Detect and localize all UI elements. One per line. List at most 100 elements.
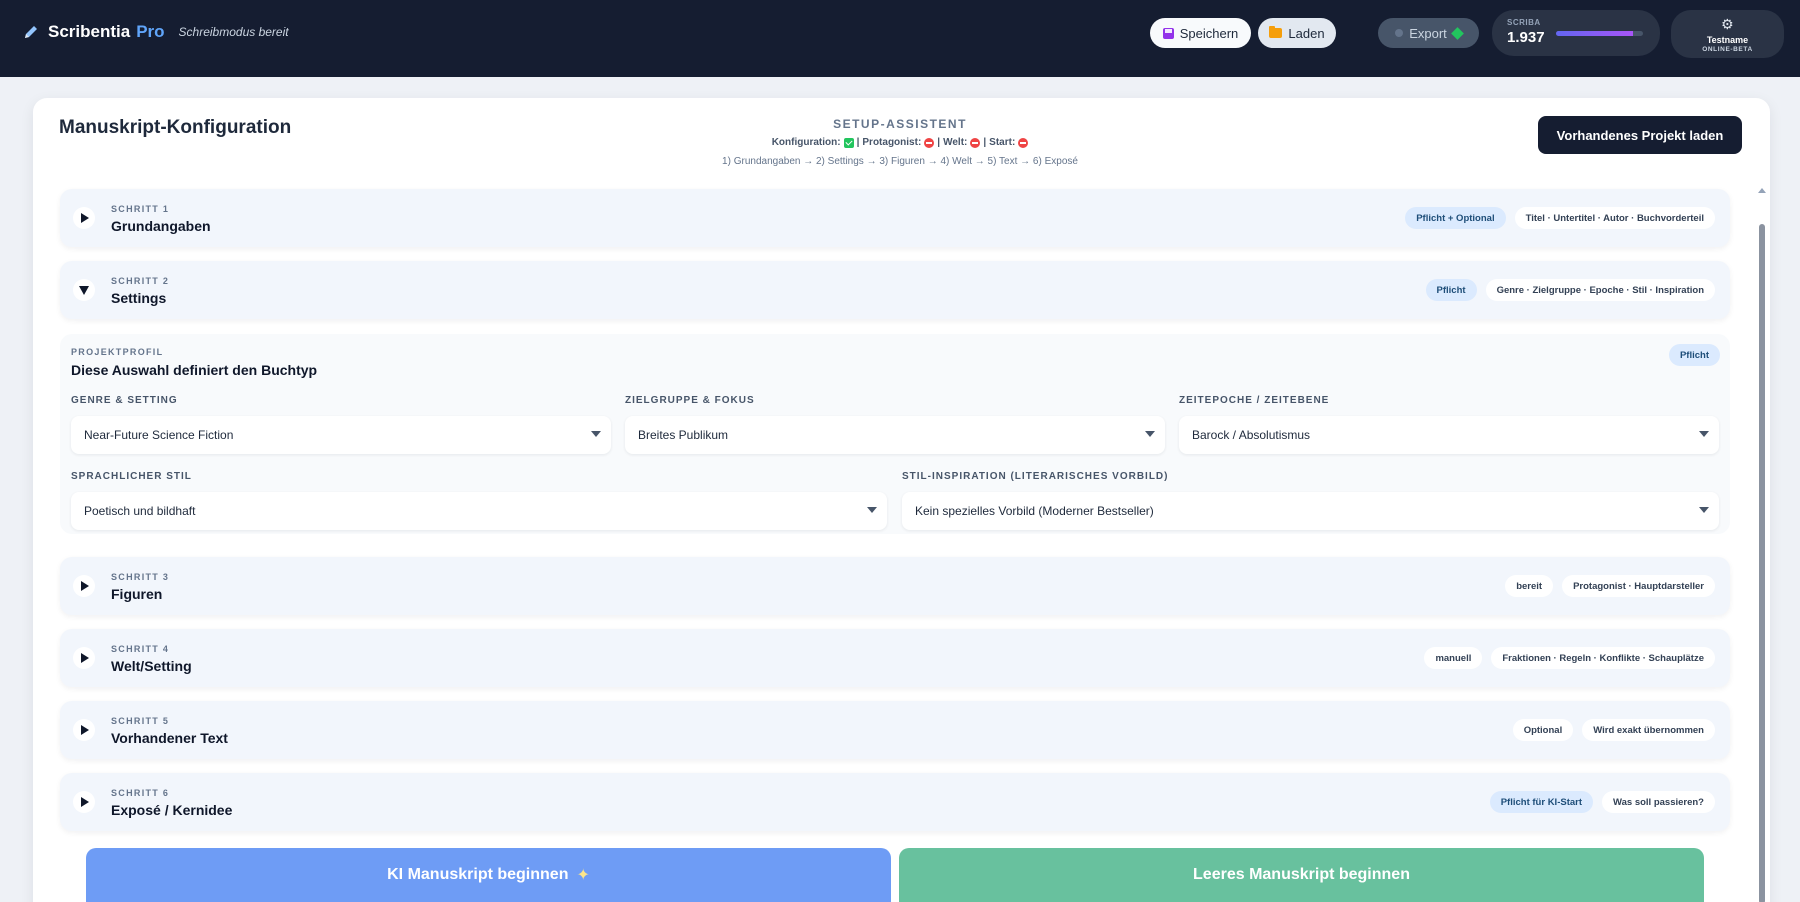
status-label-start: Start: — [989, 137, 1016, 148]
profile-kicker: PROJEKTPROFIL — [71, 347, 164, 357]
scriba-value: 1.937 — [1507, 29, 1545, 46]
status-separator: | — [983, 137, 987, 148]
step-kicker: SCHRITT 5 — [111, 716, 170, 726]
top-bar: Scribentia Pro Schreibmodus bereit Speic… — [0, 0, 1800, 77]
content-badge: Wird exakt übernommen — [1582, 719, 1715, 741]
start-empty-label: Leeres Manuskript beginnen — [1193, 866, 1410, 883]
start-ai-label: KI Manuskript beginnen — [387, 866, 569, 883]
sparkle-icon: ✦ — [576, 867, 590, 884]
expand-toggle[interactable] — [73, 207, 95, 229]
step-title: Grundangaben — [111, 218, 211, 234]
style-value: Poetisch und bildhaft — [84, 504, 196, 518]
no-entry-icon — [924, 137, 935, 148]
requirement-badge: Pflicht für KI-Start — [1489, 791, 1593, 813]
brand-name: Scribentia — [48, 22, 131, 41]
step-tags: bereit Protagonist · Hauptdarsteller — [1505, 575, 1715, 597]
export-button[interactable]: Export — [1378, 18, 1479, 48]
status-separator: | — [937, 137, 941, 148]
scriba-progress-bar — [1556, 31, 1643, 36]
audience-value: Breites Publikum — [638, 428, 729, 442]
expand-toggle[interactable] — [73, 575, 95, 597]
scriba-counter: SCRIBA 1.937 — [1492, 10, 1660, 56]
assistant-title: SETUP-ASSISTENT — [833, 117, 967, 131]
genre-select[interactable]: Near-Future Science Fiction — [71, 416, 611, 454]
no-entry-icon — [970, 137, 981, 148]
chevron-down-icon — [867, 507, 877, 513]
step-title: Exposé / Kernidee — [111, 802, 233, 818]
step-settings[interactable]: SCHRITT 2 Settings Pflicht Genre · Zielg… — [60, 261, 1730, 319]
expand-toggle[interactable] — [73, 647, 95, 669]
gear-icon[interactable]: ⚙ — [1721, 16, 1734, 33]
step-figuren[interactable]: SCHRITT 3 Figuren bereit Protagonist · H… — [60, 557, 1730, 615]
diamond-icon — [1450, 26, 1464, 40]
no-entry-icon — [1018, 137, 1029, 148]
step-tags: Pflicht Genre · Zielgruppe · Epoche · St… — [1425, 279, 1715, 301]
expand-toggle[interactable] — [73, 791, 95, 813]
step-tags: manuell Fraktionen · Regeln · Konflikte … — [1424, 647, 1715, 669]
style-label: SPRACHLICHER STIL — [71, 471, 192, 482]
content-badge: Titel · Untertitel · Autor · Buchvordert… — [1514, 207, 1715, 229]
load-button[interactable]: Laden — [1258, 18, 1336, 48]
step-tags: Pflicht für KI-Start Was soll passieren? — [1489, 791, 1715, 813]
audience-select[interactable]: Breites Publikum — [625, 416, 1165, 454]
step-grundangaben[interactable]: SCHRITT 1 Grundangaben Pflicht + Optiona… — [60, 189, 1730, 247]
chevron-right-icon — [81, 797, 89, 807]
content-badge: Genre · Zielgruppe · Epoche · Stil · Ins… — [1485, 279, 1715, 301]
audience-label: ZIELGRUPPE & FOKUS — [625, 395, 755, 406]
requirement-badge: Pflicht + Optional — [1405, 207, 1506, 229]
status-label-config: Konfiguration: — [771, 137, 841, 148]
save-label: Speichern — [1179, 25, 1239, 41]
step-expose[interactable]: SCHRITT 6 Exposé / Kernidee Pflicht für … — [60, 773, 1730, 831]
step-kicker: SCHRITT 6 — [111, 788, 170, 798]
step-tags: Pflicht + Optional Titel · Untertitel · … — [1405, 207, 1715, 229]
step-title: Figuren — [111, 586, 163, 602]
page-title: Manuskript-Konfiguration — [59, 117, 292, 138]
status-badge: manuell — [1424, 647, 1483, 669]
epoch-value: Barock / Absolutismus — [1192, 428, 1311, 442]
style-select[interactable]: Poetisch und bildhaft — [71, 492, 887, 530]
start-empty-manuscript-button[interactable]: Leeres Manuskript beginnen — [899, 848, 1704, 902]
step-kicker: SCHRITT 1 — [111, 204, 170, 214]
status-badge: bereit — [1505, 575, 1554, 597]
content-badge: Was soll passieren? — [1602, 791, 1715, 813]
chevron-down-icon — [1699, 507, 1709, 513]
folder-icon — [1269, 26, 1283, 38]
export-icon — [1395, 29, 1404, 37]
inspiration-value: Kein spezielles Vorbild (Moderner Bestse… — [915, 504, 1154, 518]
scroll-up-arrow-icon[interactable] — [1758, 188, 1766, 193]
export-label: Export — [1409, 25, 1447, 41]
scriba-progress-fill — [1556, 31, 1633, 36]
save-button[interactable]: Speichern — [1150, 18, 1251, 48]
status-separator: | — [856, 137, 860, 148]
step-title: Welt/Setting — [111, 658, 192, 674]
status-label-protagonist: Protagonist: — [862, 137, 922, 148]
setup-assistant: SETUP-ASSISTENT Konfiguration: | Protago… — [700, 117, 1100, 167]
user-menu[interactable]: ⚙ Testname ONLINE-BETA — [1671, 10, 1784, 58]
user-status: ONLINE-BETA — [1702, 46, 1753, 53]
start-ai-manuscript-button[interactable]: KI Manuskript beginnen ✦ — [86, 848, 891, 902]
step-kicker: SCHRITT 4 — [111, 644, 170, 654]
chevron-down-icon — [1699, 431, 1709, 437]
user-name: Testname — [1706, 35, 1749, 45]
floppy-disk-icon — [1162, 27, 1174, 39]
content-badge: Fraktionen · Regeln · Konflikte · Schaup… — [1491, 647, 1715, 669]
chevron-down-icon — [1145, 431, 1155, 437]
epoch-label: ZEITEPOCHE / ZEITEBENE — [1179, 395, 1330, 406]
scriba-label: SCRIBA — [1507, 18, 1541, 27]
chevron-right-icon — [81, 213, 89, 223]
epoch-select[interactable]: Barock / Absolutismus — [1179, 416, 1719, 454]
inspiration-select[interactable]: Kein spezielles Vorbild (Moderner Bestse… — [902, 492, 1719, 530]
scrollbar-thumb[interactable] — [1759, 224, 1765, 902]
chevron-right-icon — [81, 725, 89, 735]
load-project-button[interactable]: Vorhandenes Projekt laden — [1538, 116, 1742, 154]
requirement-badge: Pflicht — [1425, 279, 1477, 301]
project-profile-card: PROJEKTPROFIL Diese Auswahl definiert de… — [60, 334, 1730, 534]
content-badge: Protagonist · Hauptdarsteller — [1562, 575, 1715, 597]
load-label: Laden — [1288, 25, 1325, 41]
requirement-badge: Pflicht — [1668, 344, 1720, 366]
assistant-steps-line: 1) Grundangaben → 2) Settings → 3) Figur… — [722, 156, 1078, 167]
expand-toggle[interactable] — [73, 719, 95, 741]
step-vorhandener-text[interactable]: SCHRITT 5 Vorhandener Text Optional Wird… — [60, 701, 1730, 759]
expand-toggle[interactable] — [73, 279, 95, 301]
step-welt[interactable]: SCHRITT 4 Welt/Setting manuell Fraktione… — [60, 629, 1730, 687]
